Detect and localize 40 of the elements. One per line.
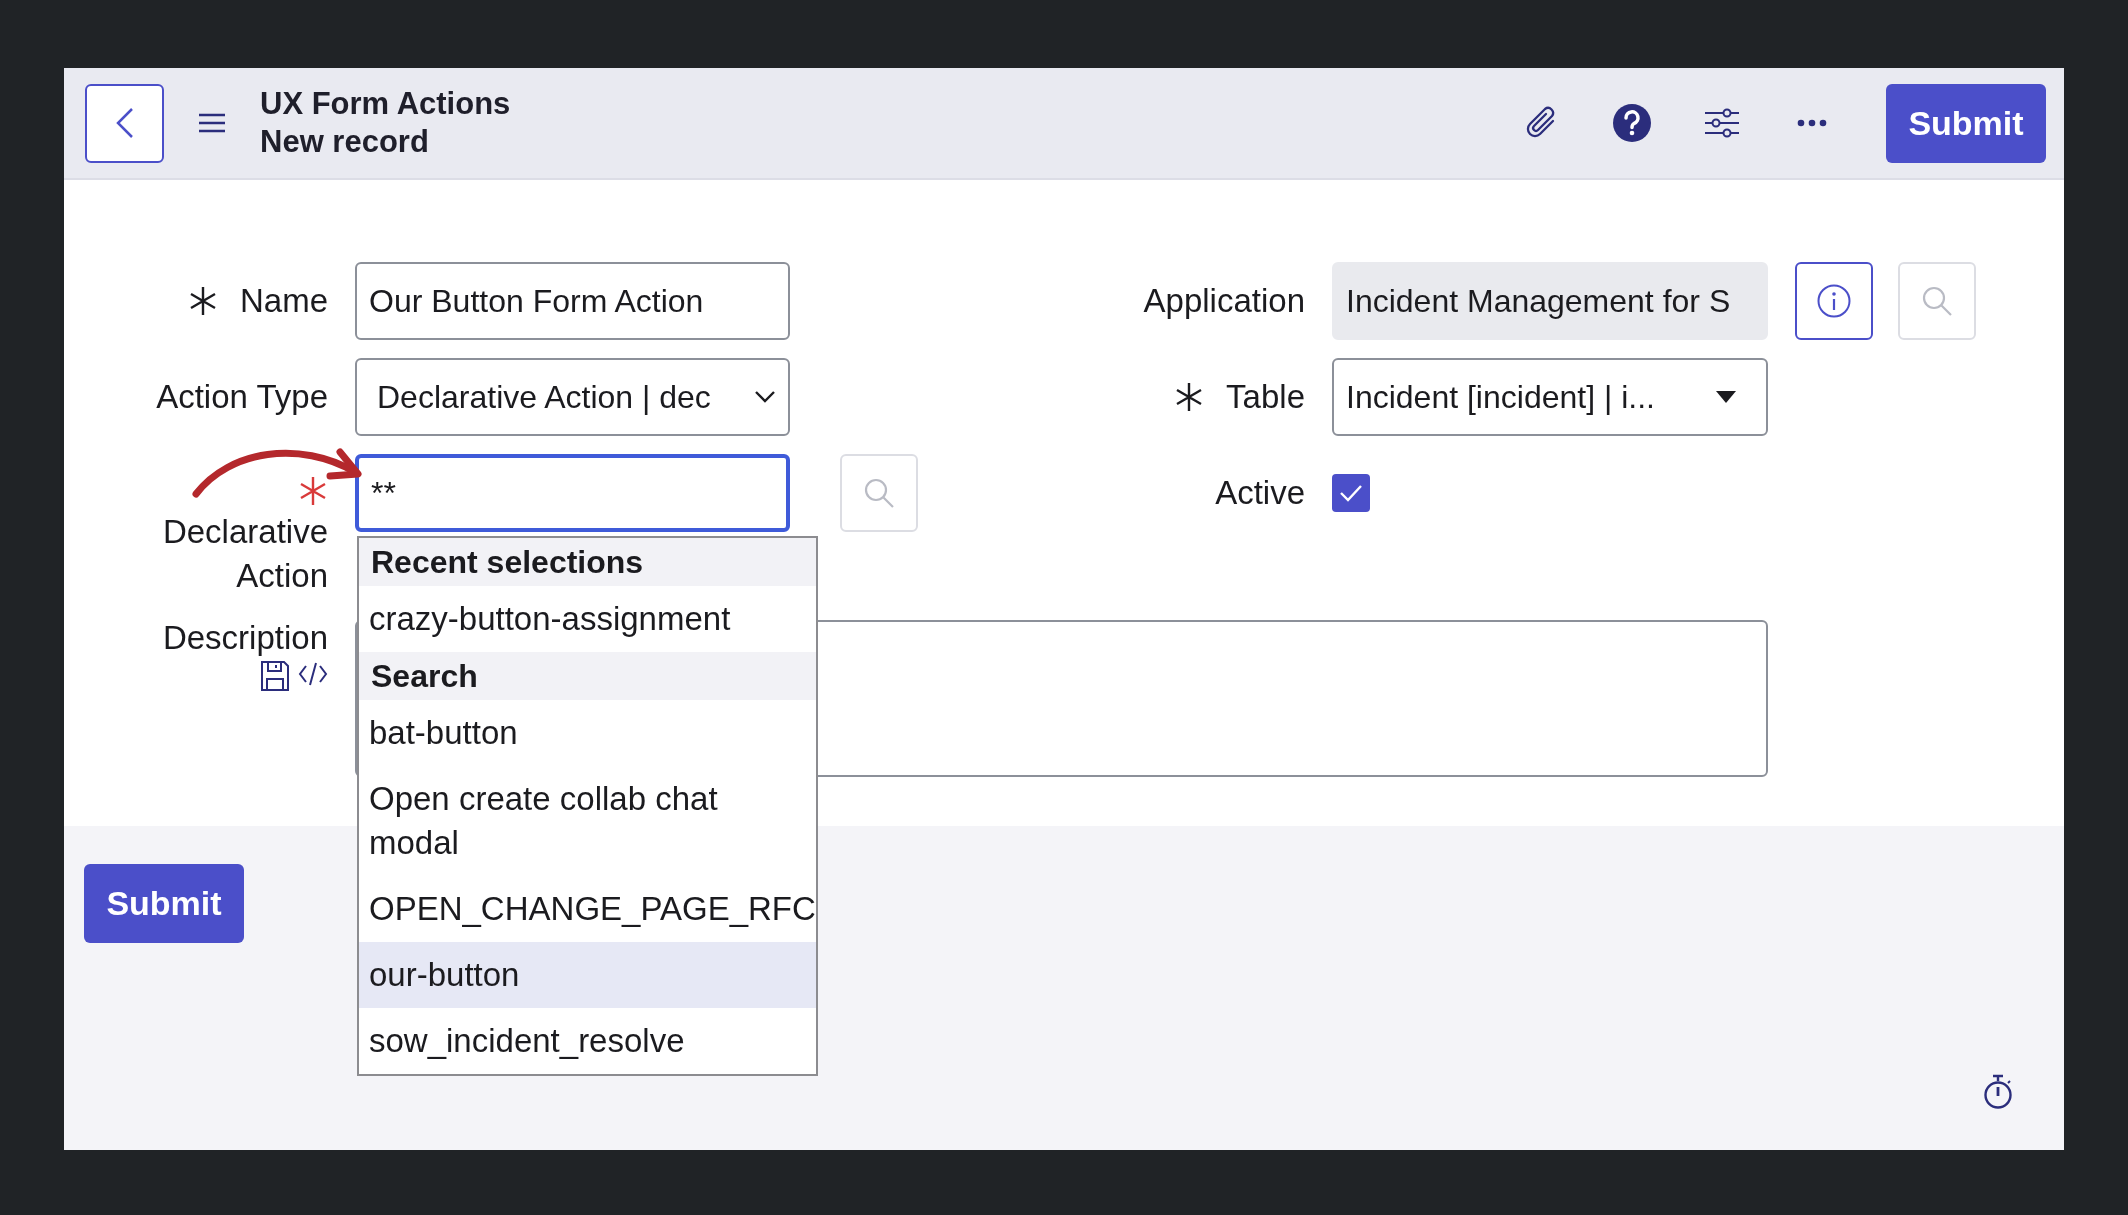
dropdown-triangle-icon: [1716, 391, 1736, 403]
name-field[interactable]: Our Button Form Action: [355, 262, 790, 340]
dropdown-option[interactable]: bat-button: [359, 700, 816, 766]
page-title: UX Form Actions: [260, 85, 511, 123]
field-label: Active: [1215, 473, 1305, 513]
declarative-action-field[interactable]: **: [355, 454, 790, 532]
dropdown-option[interactable]: sow_incident_resolve: [359, 1008, 816, 1074]
field-label: Description: [162, 618, 328, 658]
dropdown-option[interactable]: crazy-button-assignment: [359, 586, 816, 652]
field-label: Application: [1143, 281, 1305, 322]
more-icon: [1797, 119, 1827, 127]
chevron-down-icon: [754, 390, 776, 404]
info-button[interactable]: [1795, 262, 1873, 340]
dropdown-option[interactable]: our-button: [359, 942, 816, 1008]
dropdown-option[interactable]: Open create collab chat modal: [359, 766, 816, 876]
save-icon: [260, 660, 290, 692]
table-select[interactable]: Incident [incident] | i...: [1332, 358, 1768, 436]
code-icon: [298, 660, 328, 688]
field-label: Action Type: [156, 377, 328, 418]
dropdown-section-header: Recent selections: [359, 538, 816, 586]
dropdown-section-header: Search: [359, 652, 816, 700]
search-icon: [863, 477, 895, 509]
info-icon: [1817, 284, 1851, 318]
field-label: Declarative Action: [161, 512, 328, 596]
sliders-icon: [1704, 108, 1740, 138]
checkmark-icon: [1339, 484, 1363, 502]
application-field: Incident Management for S: [1332, 262, 1768, 340]
back-button[interactable]: [85, 83, 164, 163]
active-checkbox[interactable]: [1332, 474, 1370, 512]
action-type-select[interactable]: Declarative Action | dec: [355, 358, 790, 436]
search-icon: [1921, 285, 1953, 317]
stopwatch-icon: [1982, 1074, 2014, 1110]
field-label: Table: [1226, 377, 1305, 418]
submit-button[interactable]: Submit: [1886, 83, 2046, 163]
field-label: Name: [239, 281, 328, 322]
submit-button[interactable]: Submit: [84, 864, 244, 943]
dropdown-option[interactable]: OPEN_CHANGE_PAGE_RFC: [359, 876, 816, 942]
menu-icon: [198, 112, 226, 134]
help-icon: [1612, 103, 1652, 143]
record-subtitle: New record: [260, 123, 430, 161]
